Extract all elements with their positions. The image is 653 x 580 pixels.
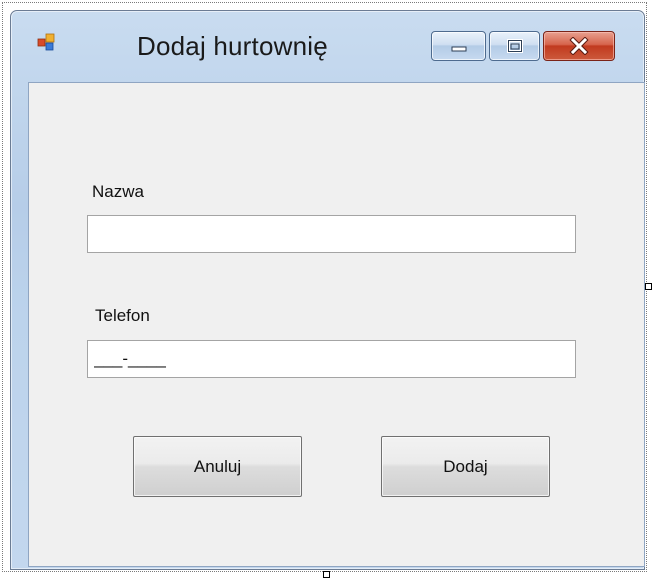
app-icon [37, 33, 55, 51]
title-bar[interactable]: Dodaj hurtownię [11, 11, 644, 79]
resize-handle-right[interactable] [645, 283, 652, 290]
minimize-icon [451, 46, 466, 52]
maximize-button[interactable] [489, 31, 540, 61]
close-icon [569, 37, 589, 55]
window-title: Dodaj hurtownię [137, 31, 328, 61]
name-label: Nazwa [92, 182, 144, 201]
minimize-button[interactable] [431, 31, 486, 61]
resize-handle-bottom[interactable] [323, 571, 330, 578]
maximize-icon [506, 39, 523, 53]
phone-label: Telefon [95, 306, 150, 325]
form-client-area: Nazwa Telefon Anuluj Dodaj [28, 82, 645, 567]
add-button[interactable]: Dodaj [381, 436, 550, 497]
form-window: Dodaj hurtownię Nazwa Telefon ___-____ A… [10, 10, 645, 570]
close-button[interactable] [543, 31, 615, 61]
caption-buttons [431, 31, 615, 61]
cancel-button[interactable]: Anuluj [133, 436, 302, 497]
phone-masked-input[interactable] [87, 340, 576, 378]
name-input[interactable] [87, 215, 576, 253]
